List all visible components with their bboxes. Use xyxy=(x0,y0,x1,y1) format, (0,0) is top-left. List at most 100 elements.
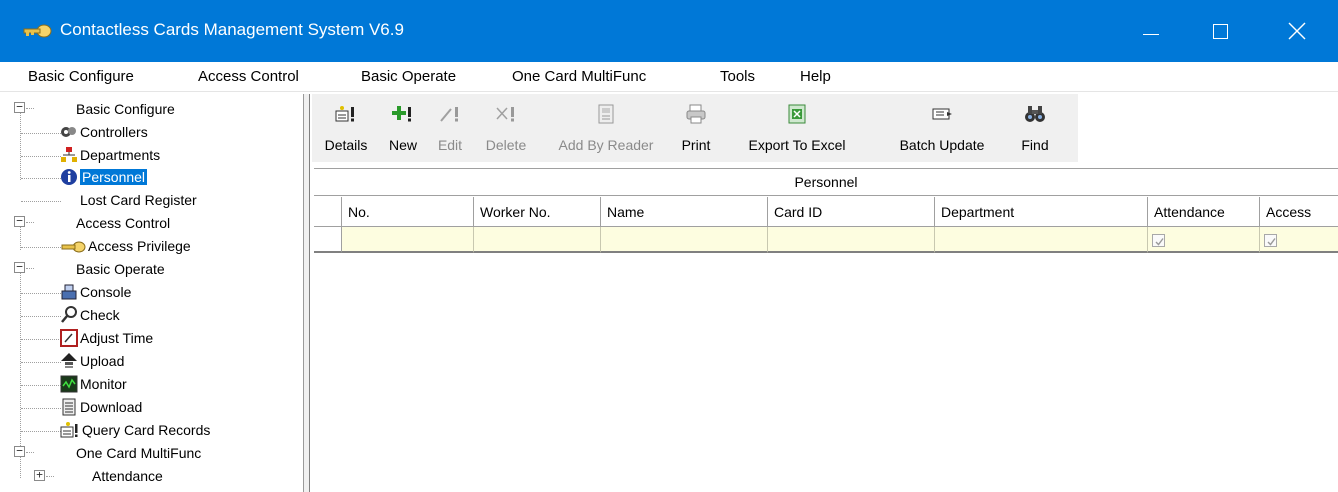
batch-update-label: Batch Update xyxy=(899,137,985,153)
cell-card-id[interactable] xyxy=(768,227,935,253)
column-header-name[interactable]: Name xyxy=(601,197,768,227)
column-header-card-id[interactable]: Card ID xyxy=(768,197,935,227)
tree-node-basic-operate[interactable]: − Basic Operate xyxy=(8,260,298,280)
personnel-grid: Personnel No. Worker No. Name Card ID De… xyxy=(314,168,1338,492)
add-icon xyxy=(392,106,411,122)
tree-node-departments[interactable]: Departments xyxy=(8,146,298,166)
tree-label: Access Privilege xyxy=(88,238,191,254)
menu-bar: Basic Configure Access Control Basic Ope… xyxy=(0,62,1338,92)
batch-update-icon xyxy=(932,108,952,120)
add-by-reader-label: Add By Reader xyxy=(558,137,654,153)
delete-icon xyxy=(496,107,514,122)
app-key-icon xyxy=(23,24,52,38)
window-title: Contactless Cards Management System V6.9 xyxy=(60,20,404,39)
tree-label: Monitor xyxy=(80,376,127,392)
menu-basic-operate[interactable]: Basic Operate xyxy=(361,68,456,85)
card-reader-icon xyxy=(598,104,614,124)
export-to-excel-button[interactable]: Export To Excel xyxy=(722,94,872,162)
menu-access-control[interactable]: Access Control xyxy=(198,68,299,85)
query-records-icon xyxy=(60,422,78,438)
navigation-tree: − Basic Configure Controllers Department… xyxy=(8,94,304,492)
tree-node-access-privilege[interactable]: Access Privilege xyxy=(8,237,298,257)
checkmark-icon xyxy=(1155,238,1164,246)
tree-label: Lost Card Register xyxy=(80,192,197,208)
cell-no[interactable] xyxy=(342,227,474,253)
cell-worker-no[interactable] xyxy=(474,227,601,253)
column-header-department[interactable]: Department xyxy=(935,197,1148,227)
tree-node-basic-configure[interactable]: − Basic Configure xyxy=(8,100,298,120)
tree-node-monitor[interactable]: Monitor xyxy=(8,375,298,395)
column-header-worker-no[interactable]: Worker No. xyxy=(474,197,601,227)
column-header-access[interactable]: Access xyxy=(1260,197,1338,227)
edit-button[interactable]: Edit xyxy=(430,94,470,162)
cell-attendance[interactable] xyxy=(1148,227,1260,253)
tree-node-access-control[interactable]: − Access Control xyxy=(8,214,298,234)
collapse-icon[interactable]: − xyxy=(14,445,25,457)
print-icon xyxy=(686,104,706,124)
tree-connector xyxy=(21,133,61,134)
panel-splitter[interactable] xyxy=(304,94,310,492)
tree-connector xyxy=(21,156,61,157)
menu-tools[interactable]: Tools xyxy=(720,68,755,85)
tree-label: Query Card Records xyxy=(82,422,211,438)
minimize-button[interactable] xyxy=(1116,0,1186,62)
expand-icon[interactable]: + xyxy=(34,469,45,481)
edit-label: Edit xyxy=(437,137,463,153)
tree-node-upload[interactable]: Upload xyxy=(8,352,298,372)
tree-node-personnel[interactable]: Personnel xyxy=(8,168,298,188)
tree-node-attendance[interactable]: + Attendance xyxy=(8,467,298,487)
menu-help[interactable]: Help xyxy=(800,68,831,85)
attendance-checkbox[interactable] xyxy=(1152,234,1165,247)
details-button[interactable]: Details xyxy=(316,94,376,162)
close-icon xyxy=(1288,22,1306,40)
access-checkbox[interactable] xyxy=(1264,234,1277,247)
tree-label: Basic Operate xyxy=(76,261,165,277)
tree-connector xyxy=(21,408,61,409)
row-header-new[interactable] xyxy=(314,227,342,253)
tree-node-check[interactable]: Check xyxy=(8,306,298,326)
tree-connector xyxy=(26,108,34,109)
monitor-icon xyxy=(60,375,78,393)
row-header-corner[interactable] xyxy=(314,197,342,227)
menu-one-card-multifunc[interactable]: One Card MultiFunc xyxy=(512,68,646,85)
tree-label: One Card MultiFunc xyxy=(76,445,202,461)
tree-connector xyxy=(21,431,61,432)
find-button[interactable]: Find xyxy=(1012,94,1058,162)
tree-label-selected: Personnel xyxy=(80,169,148,185)
column-header-no[interactable]: No. xyxy=(342,197,474,227)
tree-label: Check xyxy=(80,307,120,323)
tree-node-adjust-time[interactable]: Adjust Time xyxy=(8,329,298,349)
column-header-attendance[interactable]: Attendance xyxy=(1148,197,1260,227)
print-button[interactable]: Print xyxy=(670,94,722,162)
tree-node-console[interactable]: Console xyxy=(8,283,298,303)
maximize-button[interactable] xyxy=(1186,0,1256,62)
menu-basic-configure[interactable]: Basic Configure xyxy=(28,68,134,85)
tree-label: Adjust Time xyxy=(80,330,154,346)
tree-node-query-card-records[interactable]: Query Card Records xyxy=(8,421,298,441)
export-to-excel-label: Export To Excel xyxy=(748,137,846,153)
cell-access[interactable] xyxy=(1260,227,1338,253)
add-by-reader-button[interactable]: Add By Reader xyxy=(542,94,670,162)
tree-node-lost-card-register[interactable]: Lost Card Register xyxy=(8,191,298,211)
new-button[interactable]: New xyxy=(376,94,430,162)
tree-node-one-card-multifunc[interactable]: − One Card MultiFunc xyxy=(8,444,298,464)
adjust-time-icon xyxy=(60,329,78,347)
collapse-icon[interactable]: − xyxy=(14,215,25,227)
info-icon xyxy=(61,169,77,185)
tree-node-controllers[interactable]: Controllers xyxy=(8,123,298,143)
cell-department[interactable] xyxy=(935,227,1148,253)
tree-connector xyxy=(26,222,34,223)
tree-label: Attendance xyxy=(92,468,163,484)
collapse-icon[interactable]: − xyxy=(14,261,25,273)
tree-connector xyxy=(21,339,61,340)
delete-button[interactable]: Delete xyxy=(470,94,542,162)
key-icon xyxy=(61,241,86,253)
close-button[interactable] xyxy=(1262,0,1332,62)
collapse-icon[interactable]: − xyxy=(14,101,25,113)
tree-node-download[interactable]: Download xyxy=(8,398,298,418)
edit-icon xyxy=(440,107,458,122)
cell-name[interactable] xyxy=(601,227,768,253)
tree-connector xyxy=(26,268,34,269)
excel-icon xyxy=(788,104,806,124)
batch-update-button[interactable]: Batch Update xyxy=(872,94,1012,162)
